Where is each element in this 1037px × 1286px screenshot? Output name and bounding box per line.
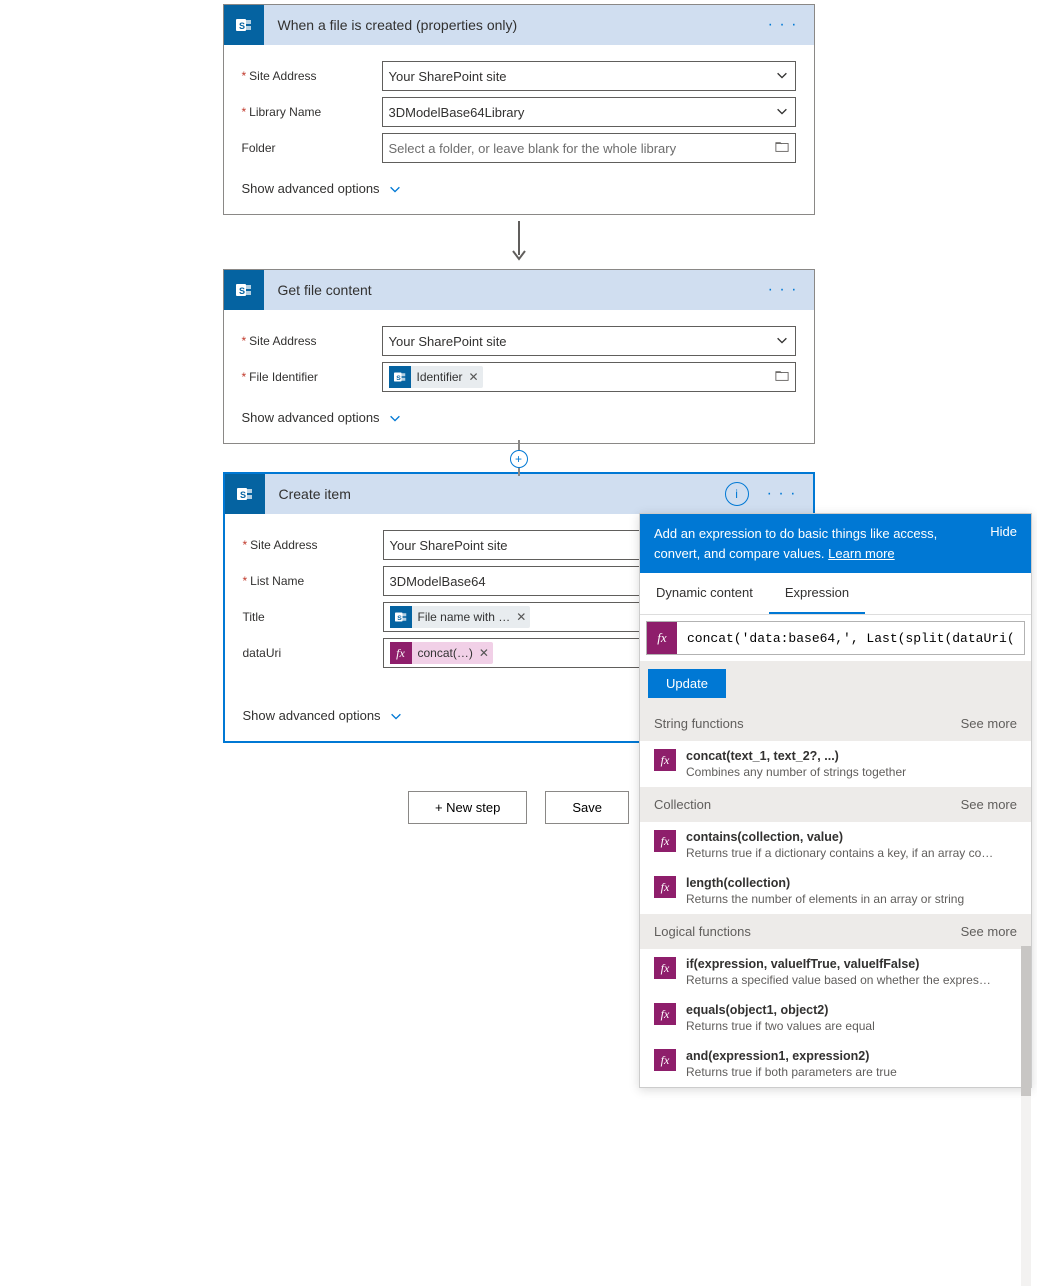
see-more-link[interactable]: See more: [961, 716, 1017, 731]
function-item[interactable]: fx contains(collection, value)Returns tr…: [640, 822, 1031, 868]
card-header[interactable]: When a file is created (properties only)…: [224, 5, 814, 45]
fx-icon: fx: [654, 957, 676, 979]
card-title: When a file is created (properties only): [264, 17, 764, 33]
function-group-header: CollectionSee more: [640, 787, 1031, 822]
site-address-label: *Site Address: [243, 538, 383, 552]
identifier-token[interactable]: Identifier ✕: [389, 366, 483, 388]
card-menu-icon[interactable]: · · ·: [764, 16, 802, 34]
folder-icon[interactable]: [775, 369, 789, 386]
folder-icon[interactable]: [775, 140, 789, 157]
hide-panel-link[interactable]: Hide: [990, 524, 1017, 563]
card-menu-icon[interactable]: · · ·: [763, 485, 801, 503]
function-item[interactable]: fx if(expression, valueIfTrue, valueIfFa…: [640, 949, 1031, 995]
fx-icon: fx: [654, 1049, 676, 1071]
new-step-button[interactable]: + New step: [408, 791, 527, 824]
insert-step-connector[interactable]: +: [4, 444, 1033, 472]
sharepoint-icon: [224, 5, 264, 45]
expression-panel: Add an expression to do basic things lik…: [639, 513, 1032, 1088]
function-group-header: String functionsSee more: [640, 706, 1031, 741]
fx-icon: fx: [654, 876, 676, 898]
site-address-label: *Site Address: [242, 69, 382, 83]
expression-panel-header: Add an expression to do basic things lik…: [640, 514, 1031, 573]
fx-icon: fx: [654, 830, 676, 852]
sharepoint-icon: [224, 270, 264, 310]
list-name-label: *List Name: [243, 574, 383, 588]
fx-icon: fx: [390, 642, 412, 664]
show-advanced-toggle[interactable]: Show advanced options: [242, 181, 796, 196]
remove-token-icon[interactable]: ✕: [479, 646, 489, 660]
plus-icon[interactable]: +: [510, 450, 528, 468]
scrollbar[interactable]: [1021, 946, 1031, 1286]
info-icon[interactable]: i: [725, 482, 749, 506]
file-identifier-label: *File Identifier: [242, 370, 382, 384]
see-more-link[interactable]: See more: [961, 797, 1017, 812]
learn-more-link[interactable]: Learn more: [828, 546, 894, 561]
library-name-label: *Library Name: [242, 105, 382, 119]
tab-expression[interactable]: Expression: [769, 573, 865, 614]
function-item[interactable]: fx and(expression1, expression2)Returns …: [640, 1041, 1031, 1087]
update-button[interactable]: Update: [648, 669, 726, 698]
see-more-link[interactable]: See more: [961, 924, 1017, 939]
sharepoint-icon: [389, 366, 411, 388]
concat-expression-token[interactable]: fx concat(…) ✕: [390, 642, 493, 664]
show-advanced-toggle[interactable]: Show advanced options: [242, 410, 796, 425]
function-item[interactable]: fx equals(object1, object2)Returns true …: [640, 995, 1031, 1041]
tab-dynamic-content[interactable]: Dynamic content: [640, 573, 769, 614]
site-address-dropdown[interactable]: Your SharePoint site: [382, 61, 796, 91]
fx-icon: fx: [654, 1003, 676, 1025]
function-group-header: Logical functionsSee more: [640, 914, 1031, 949]
sharepoint-icon: [225, 474, 265, 514]
card-header[interactable]: Get file content · · ·: [224, 270, 814, 310]
fx-icon: fx: [654, 749, 676, 771]
card-header[interactable]: Create item i · · ·: [225, 474, 813, 514]
remove-token-icon[interactable]: ✕: [516, 610, 526, 624]
remove-token-icon[interactable]: ✕: [469, 370, 479, 384]
fx-icon: fx: [647, 622, 677, 654]
chevron-down-icon: [775, 333, 789, 350]
expression-input[interactable]: [677, 631, 1024, 646]
filename-token[interactable]: File name with … ✕: [390, 606, 531, 628]
folder-label: Folder: [242, 141, 382, 155]
card-menu-icon[interactable]: · · ·: [764, 281, 802, 299]
card-title: Get file content: [264, 282, 764, 298]
function-item[interactable]: fx length(collection)Returns the number …: [640, 868, 1031, 914]
file-identifier-input[interactable]: Identifier ✕: [382, 362, 796, 392]
folder-input[interactable]: Select a folder, or leave blank for the …: [382, 133, 796, 163]
chevron-down-icon: [775, 104, 789, 121]
connector-arrow: [4, 221, 1033, 263]
sharepoint-icon: [390, 606, 412, 628]
function-item[interactable]: fx concat(text_1, text_2?, ...)Combines …: [640, 741, 1031, 787]
chevron-down-icon: [775, 68, 789, 85]
save-button[interactable]: Save: [545, 791, 629, 824]
site-address-dropdown[interactable]: Your SharePoint site: [382, 326, 796, 356]
trigger-card: When a file is created (properties only)…: [223, 4, 815, 215]
site-address-label: *Site Address: [242, 334, 382, 348]
library-name-dropdown[interactable]: 3DModelBase64Library: [382, 97, 796, 127]
card-title: Create item: [265, 486, 725, 502]
get-file-content-card: Get file content · · · *Site Address You…: [223, 269, 815, 444]
datauri-label: dataUri: [243, 646, 383, 660]
title-label: Title: [243, 610, 383, 624]
